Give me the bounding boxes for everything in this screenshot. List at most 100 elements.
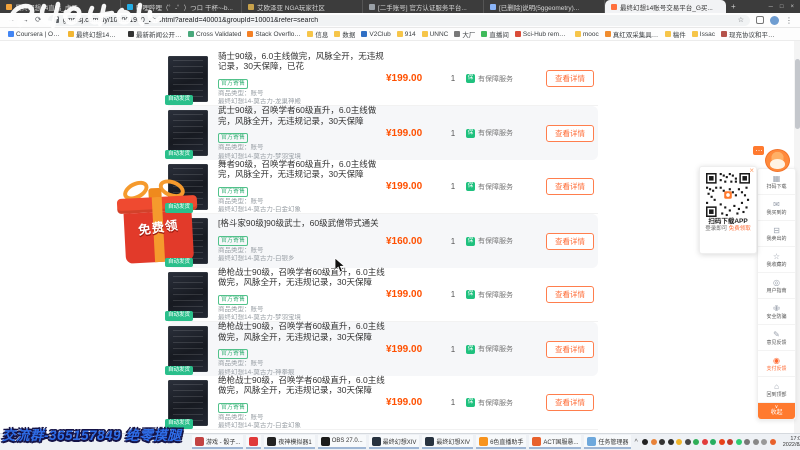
tray-icon[interactable] — [676, 439, 683, 445]
view-details-button[interactable]: 查看详情 — [546, 178, 594, 195]
bookmark-item[interactable]: V2Club — [361, 31, 391, 38]
listing-title[interactable]: 舞者90级，召唤学者60级直升，6.0主线做完，风脉全开，无违规记录，30天保障 — [218, 159, 386, 180]
close-icon[interactable]: × — [749, 167, 754, 175]
minimize-button[interactable]: ─ — [769, 4, 773, 10]
tray-icon[interactable] — [693, 439, 700, 445]
sidebar-item-my-sales[interactable]: ⊟ 我卖出的 — [758, 221, 795, 247]
view-details-button[interactable]: 查看详情 — [546, 232, 594, 250]
bookmark-item[interactable]: mooc — [574, 31, 599, 38]
tray-expand-icon[interactable]: ^ — [634, 439, 637, 446]
browser-tab[interactable]: 艾欧泽亚 NGA玩家社区 — [242, 0, 363, 13]
forward-icon[interactable]: → — [21, 16, 29, 24]
sidebar-item-user-guide[interactable]: ◎ 用户指南 — [758, 273, 795, 299]
view-details-button[interactable]: 查看详情 — [546, 286, 594, 303]
bookmark-item[interactable]: 现充协议和平台... — [720, 29, 775, 39]
sidebar-item-my-purchases[interactable]: ✉ 我买到的 — [758, 195, 795, 221]
url-text[interactable]: gmmsj.com/dy/100001900_zh.shtml?areaId=4… — [63, 17, 318, 24]
bookmark-item[interactable]: UNNC — [421, 31, 448, 38]
sidebar-item-payment-feedback[interactable]: ◉ 支付反馈 — [758, 351, 795, 377]
browser-tab[interactable]: 最终幻想14直播_虎牙 — [0, 0, 121, 13]
mascot-icon[interactable] — [765, 149, 790, 172]
bookmark-item[interactable]: Stack Overflow -... — [247, 31, 301, 38]
tray-icon[interactable] — [642, 439, 649, 445]
gift-box-banner[interactable]: 免费领 — [114, 175, 203, 269]
sidebar-item-back-to-top[interactable]: ⌂ 回到顶部 — [758, 377, 795, 403]
bookmark-item[interactable]: 数据 — [334, 29, 355, 39]
bookmark-item[interactable]: Sci-Hub removin... — [514, 31, 569, 38]
view-details-button[interactable]: 查看详情 — [546, 394, 594, 411]
taskbar-button[interactable]: 最终幻想XIV — [368, 435, 420, 449]
tray-icon[interactable] — [650, 439, 657, 445]
taskbar-button[interactable]: 任务管理器 — [584, 435, 632, 449]
tray-icon[interactable] — [769, 439, 776, 445]
chat-bubble-icon[interactable] — [753, 146, 764, 155]
bookmark-star-icon[interactable]: ☆ — [738, 16, 744, 24]
listing-thumbnail[interactable]: 自动发货 — [165, 379, 208, 429]
listing-title[interactable]: [格斗家90级]90级武士，60级武僧带式通关 — [218, 218, 386, 229]
listing-thumbnail[interactable]: 自动发货 — [165, 326, 208, 375]
tray-icon[interactable] — [710, 439, 717, 445]
tray-icon[interactable] — [667, 439, 674, 445]
address-bar[interactable]: gmmsj.com/dy/100001900_zh.shtml?areaId=4… — [47, 14, 750, 26]
bookmark-item[interactable]: 最新新闻公开课... — [128, 29, 182, 39]
bookmark-item[interactable]: 大厂 — [454, 29, 475, 39]
new-tab-button[interactable]: + — [726, 0, 741, 13]
browser-tab[interactable]: 哔哩哔哩（゜-゜）つロ 干杯~-b... — [121, 0, 242, 13]
taskbar-button[interactable] — [246, 435, 262, 449]
tray-icon[interactable] — [727, 439, 734, 445]
view-details-button[interactable]: 查看详情 — [546, 340, 594, 358]
sidebar-item-qr-download[interactable]: ▦ 扫码下载 — [758, 169, 795, 195]
sidebar-item-feedback[interactable]: ✎ 意见反馈 — [758, 325, 795, 351]
profile-avatar[interactable] — [770, 15, 779, 25]
listing-thumbnail[interactable]: 自动发货 — [165, 271, 208, 321]
maximize-button[interactable]: □ — [780, 4, 784, 10]
bookmark-item[interactable]: 真红双采集具表4... — [604, 29, 659, 39]
bookmark-item[interactable]: 稿件 — [664, 29, 686, 39]
taskbar-button[interactable]: ACT国服悬... — [529, 435, 582, 449]
tray-icon[interactable] — [735, 439, 742, 445]
tray-icon[interactable] — [659, 439, 666, 445]
listing-title[interactable]: 绝枪战士90级，召唤学者60级直升，6.0主线做完，风脉全开，无违规记录，30天… — [218, 375, 386, 396]
taskbar-button[interactable]: 夜神模拟器1 — [264, 435, 315, 449]
extensions-icon[interactable] — [756, 16, 764, 24]
bookmark-item[interactable]: Coursera | Online... — [8, 31, 62, 38]
tray-icon[interactable] — [752, 439, 759, 445]
bookmark-item[interactable]: Issac — [691, 31, 715, 38]
reload-icon[interactable]: ⟳ — [35, 16, 42, 24]
tray-icon[interactable] — [761, 439, 768, 445]
listing-title[interactable]: 绝枪战士90级，召唤学者60级直升，6.0主线做完，风脉全开，无违规记录，30天… — [218, 267, 386, 288]
view-details-button[interactable]: 查看详情 — [546, 70, 594, 87]
listing-title[interactable]: 武士90级，召唤学者60级直升，6.0主线做完，风脉全开，无违规记录，30天保障 — [218, 105, 386, 126]
close-button[interactable]: × — [790, 4, 794, 10]
browser-tab[interactable]: 最终幻想14账号交易平台_G买... — [605, 0, 726, 13]
view-details-button[interactable]: 查看详情 — [546, 124, 594, 142]
sidebar-item-my-favorites[interactable]: ☆ 我收藏的 — [758, 247, 795, 273]
taskbar-button[interactable]: 6色直播助手 — [476, 435, 527, 449]
tray-icon[interactable] — [718, 439, 725, 445]
tab-list: 最终幻想14直播_虎牙 哔哩哔哩（゜-゜）つロ 干杯~-b... 艾欧泽亚 NGA玩… — [0, 0, 726, 13]
bookmark-item[interactable]: 914 — [396, 31, 416, 38]
scrollbar-thumb[interactable] — [794, 59, 800, 129]
browser-tab[interactable]: [二手账号] 官方认证服务平台... — [363, 0, 484, 13]
listing-thumbnail[interactable]: 自动发货 — [165, 55, 208, 105]
sidebar-collapse-button[interactable]: ∨ 收起 — [758, 403, 795, 419]
taskbar-button[interactable]: 最终幻想XIV — [422, 435, 474, 449]
sidebar-item-anti-fraud[interactable]: ✙ 安全防骗 — [758, 299, 795, 325]
taskbar-button[interactable]: 游戏 - 骰子... — [192, 435, 244, 449]
auto-delivery-ribbon: 自动发货 — [165, 203, 194, 213]
taskbar-clock[interactable]: 17:04 2022/8/6 — [783, 436, 800, 449]
taskbar-button[interactable]: OBS 27.0... — [317, 435, 366, 449]
browser-menu-icon[interactable]: ⋮ — [785, 16, 793, 25]
tray-icon[interactable] — [701, 439, 708, 445]
tray-icon[interactable] — [744, 439, 751, 445]
bookmark-item[interactable]: 最终幻想14直播_虎... — [68, 29, 122, 39]
back-icon[interactable]: ← — [7, 16, 15, 24]
browser-tab[interactable]: [已删除]说明(5ggeometry)... — [484, 0, 605, 13]
bookmark-item[interactable]: Cross Validated — [188, 31, 241, 38]
bookmark-item[interactable]: 直播间 — [481, 29, 509, 39]
tray-icon[interactable] — [684, 439, 691, 445]
listing-title[interactable]: 绝枪战士90级，召唤学者60级直升，6.0主线做完，风脉全开，无违规记录，30天… — [218, 321, 386, 342]
listing-title[interactable]: 骑士90级，6.0主线做完，风脉全开，无违规记录，30天保障，已花 — [218, 51, 386, 72]
bookmark-item[interactable]: 信息 — [307, 29, 328, 39]
listing-thumbnail[interactable]: 自动发货 — [165, 110, 208, 159]
